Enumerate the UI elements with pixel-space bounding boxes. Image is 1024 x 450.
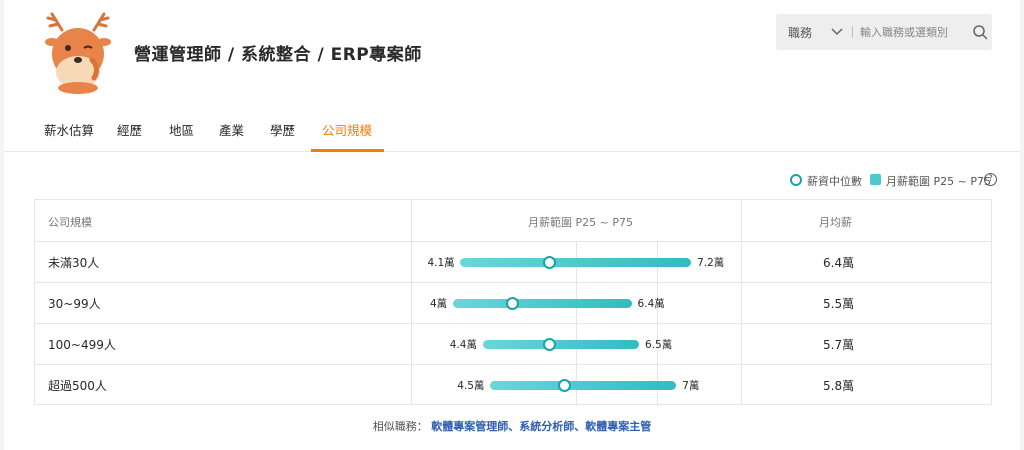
tab-salary-estimate[interactable]: 薪水估算 [44,120,94,152]
salary-table: 公司規模 月薪範圍 P25 ~ P75 月均薪 未滿30人 4.1萬 7.2萬 … [34,199,992,406]
range-high-label: 6.5萬 [645,339,673,351]
salary-range-bar [453,299,632,308]
median-marker[interactable] [506,297,520,310]
median-marker-icon [790,174,802,186]
average-salary: 6.4萬 [823,256,855,270]
legend-median-label: 薪資中位數 [807,175,862,188]
tab-experience[interactable]: 經歷 [117,120,142,152]
average-salary: 5.5萬 [823,297,855,311]
median-marker[interactable] [543,338,557,351]
range-high-label: 7萬 [682,380,700,392]
row-company-size-label: 未滿30人 [48,256,100,270]
search-input[interactable] [860,22,960,42]
average-salary: 5.8萬 [823,379,855,393]
row-company-size-label: 100~499人 [48,338,116,352]
salary-range-bar [490,381,677,390]
tab-region[interactable]: 地區 [169,120,194,152]
page-title: 營運管理師 / 系統整合 / ERP專案師 [134,45,422,65]
range-low-label: 4.5萬 [457,380,485,392]
similar-jobs-label: 相似職務： [372,420,428,433]
table-row: 100~499人 4.4萬 6.5萬 5.7萬 [35,324,991,365]
search-icon[interactable] [972,24,988,40]
range-low-label: 4.1萬 [427,257,455,269]
similar-jobs: 相似職務： 軟體專案管理師、系統分析師、軟體專案主管 [4,418,1020,434]
range-low-label: 4萬 [430,298,448,310]
search-divider [852,26,853,38]
range-low-label: 4.4萬 [449,339,477,351]
median-marker[interactable] [543,256,557,269]
salary-range-bar [482,340,639,349]
row-company-size-label: 超過500人 [48,379,107,393]
range-high-label: 6.4萬 [637,298,665,310]
page-header: 營運管理師 / 系統整合 / ERP專案師 職務 薪水估算 經歷 地區 產業 學… [4,0,1020,152]
job-search-bar: 職務 [776,14,992,50]
header-average-salary: 月均薪 [819,216,852,229]
range-high-label: 7.2萬 [697,257,725,269]
tab-company-size[interactable]: 公司規模 [311,120,384,152]
search-type-select[interactable]: 職務 [788,24,812,41]
salary-range-bar [460,258,692,267]
header-company-size: 公司規模 [48,216,92,229]
deer-mascot-icon [45,12,111,94]
average-salary: 5.7萬 [823,338,855,352]
tab-education[interactable]: 學歷 [270,120,295,152]
table-header-row: 公司規模 月薪範圍 P25 ~ P75 月均薪 [35,200,991,242]
range-swatch-icon [870,174,881,185]
similar-jobs-links[interactable]: 軟體專案管理師、系統分析師、軟體專案主管 [431,420,651,433]
row-company-size-label: 30~99人 [48,297,101,311]
header-salary-range: 月薪範圍 P25 ~ P75 [528,216,633,229]
legend-range-label: 月薪範圍 P25 ~ P75 [886,175,991,188]
tab-industry[interactable]: 產業 [219,120,244,152]
chevron-down-icon[interactable] [831,27,843,37]
median-marker[interactable] [558,379,572,392]
table-row: 未滿30人 4.1萬 7.2萬 6.4萬 [35,242,991,283]
salary-card: 營運管理師 / 系統整合 / ERP專案師 職務 薪水估算 經歷 地區 產業 學… [4,0,1020,450]
table-row: 超過500人 4.5萬 7萬 5.8萬 [35,365,991,404]
table-row: 30~99人 4萬 6.4萬 5.5萬 [35,283,991,324]
help-icon[interactable]: ? [984,173,997,186]
